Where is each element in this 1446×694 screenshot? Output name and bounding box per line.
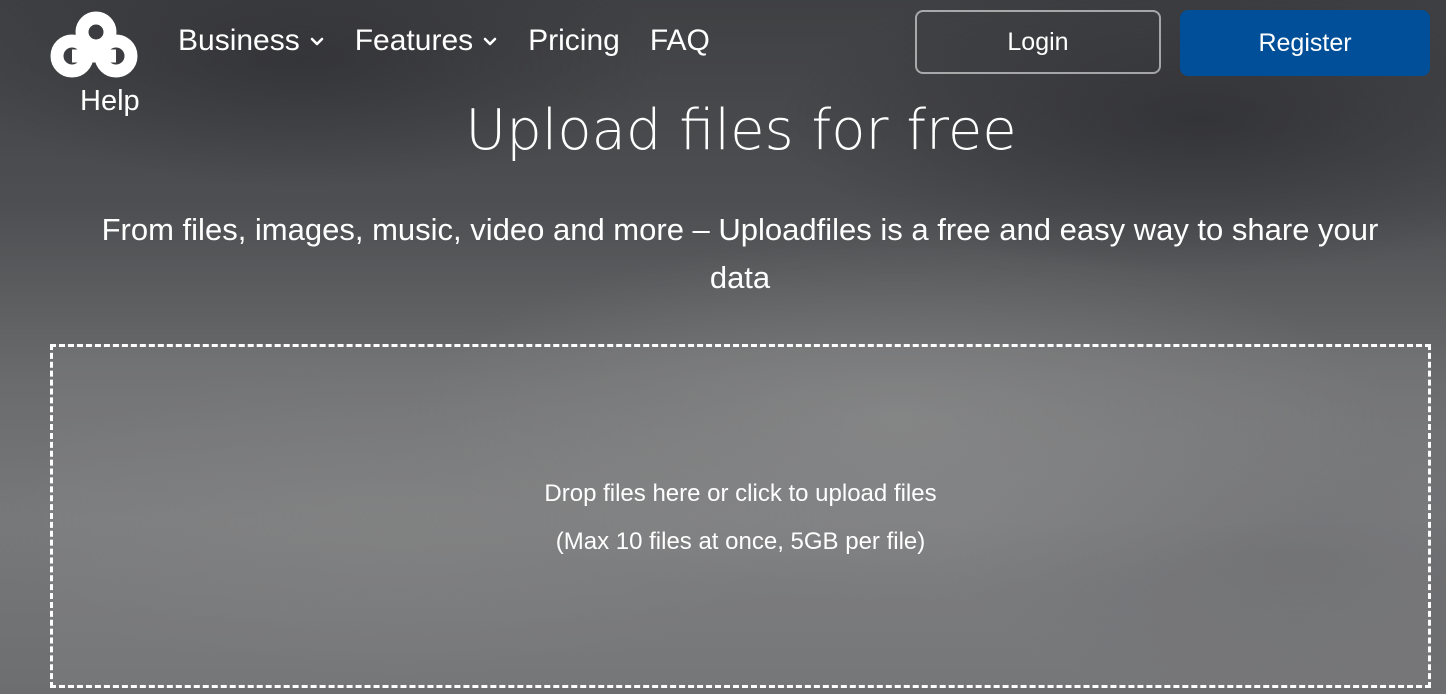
- register-button[interactable]: Register: [1180, 10, 1430, 76]
- logo[interactable]: [48, 10, 142, 80]
- nav-item-label: Business: [178, 24, 300, 57]
- chevron-down-icon: [310, 37, 324, 46]
- drop-zone-instructions: Drop files here or click to upload files: [544, 480, 937, 507]
- nav-item-label: Pricing: [528, 24, 620, 57]
- nav-item-business[interactable]: Business: [178, 22, 325, 60]
- login-button[interactable]: Login: [915, 10, 1161, 74]
- page-subtitle: From files, images, music, video and mor…: [101, 212, 1379, 295]
- nav-item-label: FAQ: [649, 24, 710, 57]
- chevron-down-icon: [483, 37, 497, 46]
- main-nav: Business Features Pricing FAQ: [178, 22, 710, 60]
- drop-zone-limits: (Max 10 files at once, 5GB per file): [555, 528, 926, 555]
- nav-item-features[interactable]: Features: [355, 22, 498, 60]
- file-drop-zone[interactable]: Drop files here or click to upload files…: [50, 344, 1431, 688]
- page-title: Upload files for free: [465, 98, 1017, 163]
- nav-item-label: Features: [354, 24, 474, 57]
- infinity-cloud-logo-icon: [50, 11, 138, 78]
- nav-item-pricing[interactable]: Pricing: [528, 22, 620, 60]
- nav-item-faq[interactable]: FAQ: [650, 22, 710, 60]
